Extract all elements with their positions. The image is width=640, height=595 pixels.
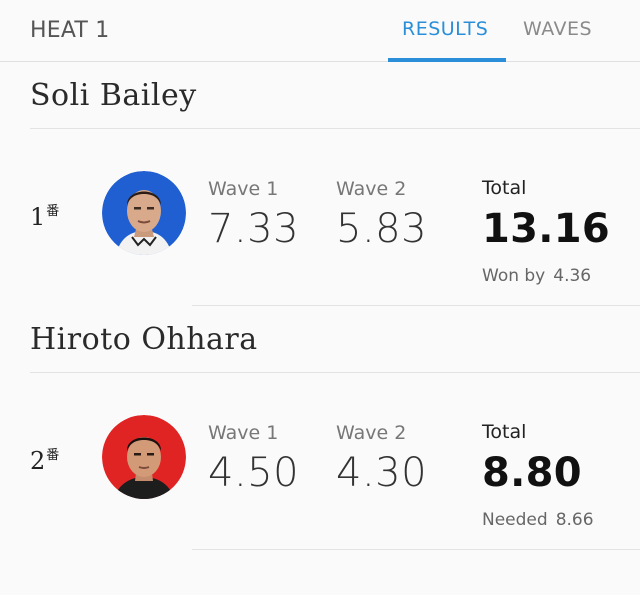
wave2-label: Wave 2 [336, 178, 407, 200]
active-tab-indicator [388, 58, 506, 62]
won-by-note: Won by 4.36 [482, 266, 591, 286]
heat-title: HEAT 1 [30, 18, 110, 43]
avatar[interactable] [102, 415, 186, 499]
wave1-score: 4.50 [208, 450, 300, 496]
heat-header: HEAT 1 RESULTS WAVES [0, 0, 640, 62]
total-label: Total [482, 177, 527, 199]
total-score: 13.16 [482, 206, 611, 252]
won-by-label: Won by [482, 266, 546, 286]
surfer-name: Hiroto Ohhara [30, 322, 258, 357]
rank-suffix: 番 [46, 204, 60, 219]
wave1-label: Wave 1 [208, 422, 279, 444]
wave2-score: 4.30 [336, 450, 428, 496]
divider [192, 305, 640, 306]
needed-note: Needed 8.66 [482, 510, 594, 530]
total-score: 8.80 [482, 450, 582, 496]
needed-label: Needed [482, 510, 548, 530]
divider [30, 128, 640, 129]
divider [192, 549, 640, 550]
wave2-label: Wave 2 [336, 422, 407, 444]
wave1-label: Wave 1 [208, 178, 279, 200]
wave1-score: 7.33 [208, 206, 300, 252]
wave2-score: 5.83 [336, 206, 428, 252]
rank: 1番 [30, 203, 60, 231]
won-by-value: 4.36 [553, 266, 592, 286]
needed-value: 8.66 [555, 510, 594, 530]
surfer-name: Soli Bailey [30, 78, 197, 113]
divider [30, 372, 640, 373]
total-label: Total [482, 421, 527, 443]
avatar[interactable] [102, 171, 186, 255]
rank-suffix: 番 [46, 448, 60, 463]
tab-waves[interactable]: WAVES [523, 18, 592, 40]
rank: 2番 [30, 447, 60, 475]
tab-results[interactable]: RESULTS [402, 18, 488, 40]
